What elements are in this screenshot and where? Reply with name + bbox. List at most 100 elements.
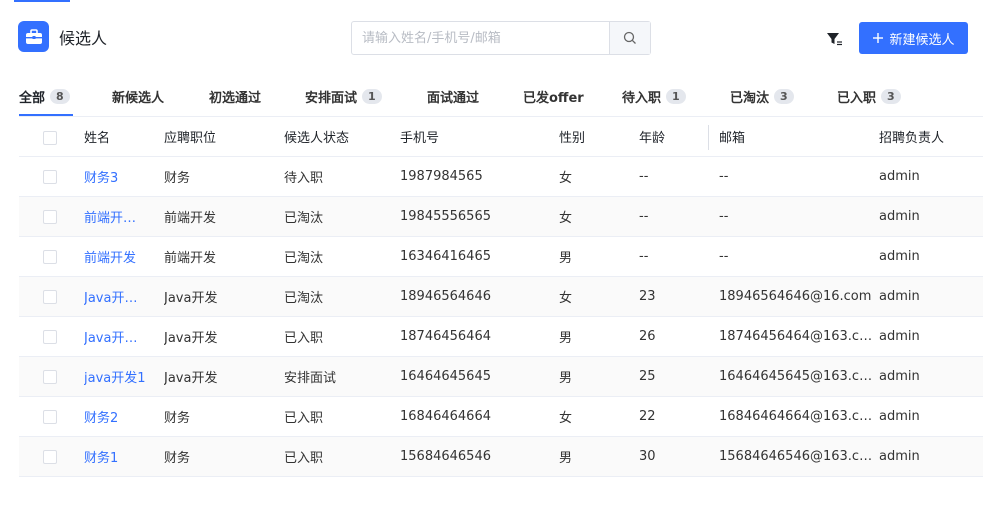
cell-name: 财务1 (84, 437, 118, 476)
tab-all[interactable]: 全部 8 (19, 76, 70, 116)
cell-phone: 18746456464 (400, 329, 491, 344)
tab-label: 面试通过 (427, 90, 480, 106)
candidate-name-link[interactable]: 前端开发 (84, 247, 136, 266)
candidate-name-link[interactable]: 财务3 (84, 167, 118, 186)
cell-status: 待入职 (284, 171, 324, 186)
cell-email: 18946564646@16.com (719, 289, 872, 304)
cell-name: 前端开发 (84, 237, 136, 276)
tab-offer-sent[interactable]: 已发offer (523, 76, 584, 116)
cell-position: 前端开发 (164, 211, 217, 226)
cell-name: 财务3 (84, 157, 118, 196)
cell-recruiter: admin (879, 449, 920, 464)
row-checkbox[interactable] (43, 370, 57, 384)
filter-icon (827, 33, 842, 46)
cell-gender: 男 (559, 251, 573, 266)
candidate-table: 姓名 应聘职位 候选人状态 手机号 性别 年龄 邮箱 招聘负责人 财务3 财务 待入… (19, 116, 983, 477)
cell-status: 已入职 (284, 331, 324, 346)
cell-recruiter: admin (879, 329, 920, 344)
row-checkbox[interactable] (43, 210, 57, 224)
cell-position: Java开发 (164, 291, 218, 306)
table-row[interactable]: 财务2 财务 已入职 16846464664 女 22 16846464664@163.c…… (19, 397, 983, 437)
cell-gender: 男 (559, 451, 573, 466)
table-row[interactable]: 前端开发 前端开发 已淘汰 16346416465 男 -- -- admin (19, 237, 983, 277)
cell-status: 安排面试 (284, 371, 337, 386)
cell-position: 财务 (164, 451, 191, 466)
candidate-name-link[interactable]: Java开… (84, 287, 137, 306)
cell-email: 15684646546@163.c… (719, 449, 873, 464)
table-row[interactable]: 财务3 财务 待入职 1987984565 女 -- -- admin (19, 157, 983, 197)
cell-age: -- (639, 169, 649, 184)
row-checkbox[interactable] (43, 170, 57, 184)
plus-icon (873, 33, 884, 43)
tab-label: 全部 (19, 90, 46, 106)
filter-button[interactable] (824, 30, 844, 48)
cell-name: Java开… (84, 277, 137, 316)
table-row[interactable]: 前端开… 前端开发 已淘汰 19845556565 女 -- -- admin (19, 197, 983, 237)
table-row[interactable]: 财务1 财务 已入职 15684646546 男 30 15684646546@163.c…… (19, 437, 983, 477)
candidate-name-link[interactable]: 财务2 (84, 407, 118, 426)
cell-phone: 19845556565 (400, 209, 491, 224)
tab-rejected[interactable]: 已淘汰 3 (730, 76, 794, 116)
cell-position: 财务 (164, 411, 191, 426)
cell-gender: 女 (559, 411, 573, 426)
cell-status: 已淘汰 (284, 291, 324, 306)
cell-email: -- (719, 249, 729, 264)
row-checkbox[interactable] (43, 290, 57, 304)
cell-recruiter: admin (879, 409, 920, 424)
column-divider[interactable] (708, 125, 709, 150)
candidate-name-link[interactable]: 前端开… (84, 207, 136, 226)
column-header-name[interactable]: 姓名 (84, 117, 110, 156)
cell-status: 已淘汰 (284, 211, 324, 226)
row-checkbox[interactable] (43, 410, 57, 424)
search-input[interactable] (352, 22, 609, 54)
select-all-checkbox[interactable] (43, 131, 57, 145)
cell-age: 25 (639, 369, 656, 384)
tab-label: 已入职 (837, 90, 877, 106)
tab-interview-scheduled[interactable]: 安排面试 1 (305, 76, 382, 116)
cell-email: 16846464664@163.c… (719, 409, 873, 424)
cell-position: 财务 (164, 171, 191, 186)
column-header-phone[interactable]: 手机号 (400, 117, 439, 156)
table-row[interactable]: Java开… Java开发 已入职 18746456464 男 26 18746456464… (19, 317, 983, 357)
tab-label: 初选通过 (209, 90, 262, 106)
table-row[interactable]: java开发1 Java开发 安排面试 16464645645 男 25 164646456… (19, 357, 983, 397)
search-button[interactable] (609, 22, 650, 54)
candidate-name-link[interactable]: Java开… (84, 327, 137, 346)
row-checkbox[interactable] (43, 250, 57, 264)
cell-age: 23 (639, 289, 656, 304)
column-header-status[interactable]: 候选人状态 (284, 117, 349, 156)
tab-label: 新候选人 (112, 90, 165, 106)
cell-age: 22 (639, 409, 656, 424)
candidate-name-link[interactable]: 财务1 (84, 447, 118, 466)
row-checkbox[interactable] (43, 330, 57, 344)
cell-recruiter: admin (879, 169, 920, 184)
cell-recruiter: admin (879, 289, 920, 304)
table-body: 财务3 财务 待入职 1987984565 女 -- -- admin 前端开… 前端开发 已淘汰 1… (19, 157, 983, 477)
candidate-name-link[interactable]: java开发1 (84, 367, 146, 386)
column-header-recruiter[interactable]: 招聘负责人 (879, 117, 944, 156)
briefcase-icon (18, 21, 49, 52)
cell-age: -- (639, 209, 649, 224)
cell-gender: 女 (559, 291, 573, 306)
cell-gender: 女 (559, 171, 573, 186)
cell-name: java开发1 (84, 357, 146, 396)
tab-count-badge: 8 (50, 88, 70, 104)
tab-onboarded[interactable]: 已入职 3 (837, 76, 901, 116)
cell-name: 财务2 (84, 397, 118, 436)
cell-status: 已入职 (284, 411, 324, 426)
tab-count-badge: 1 (362, 88, 382, 104)
column-header-position[interactable]: 应聘职位 (164, 117, 216, 156)
tab-pending-onboard[interactable]: 待入职 1 (622, 76, 686, 116)
new-candidate-button[interactable]: 新建候选人 (859, 22, 968, 54)
tab-interview-passed[interactable]: 面试通过 (427, 76, 479, 116)
tab-new-candidates[interactable]: 新候选人 (112, 76, 164, 116)
cell-position: Java开发 (164, 371, 218, 386)
column-header-gender[interactable]: 性别 (559, 117, 585, 156)
cell-gender: 女 (559, 211, 573, 226)
table-row[interactable]: Java开… Java开发 已淘汰 18946564646 女 23 18946564646… (19, 277, 983, 317)
column-header-email[interactable]: 邮箱 (719, 117, 745, 156)
tab-screening-passed[interactable]: 初选通过 (209, 76, 261, 116)
row-checkbox[interactable] (43, 450, 57, 464)
column-header-age[interactable]: 年龄 (639, 117, 665, 156)
table-header-row: 姓名 应聘职位 候选人状态 手机号 性别 年龄 邮箱 招聘负责人 (19, 116, 983, 157)
